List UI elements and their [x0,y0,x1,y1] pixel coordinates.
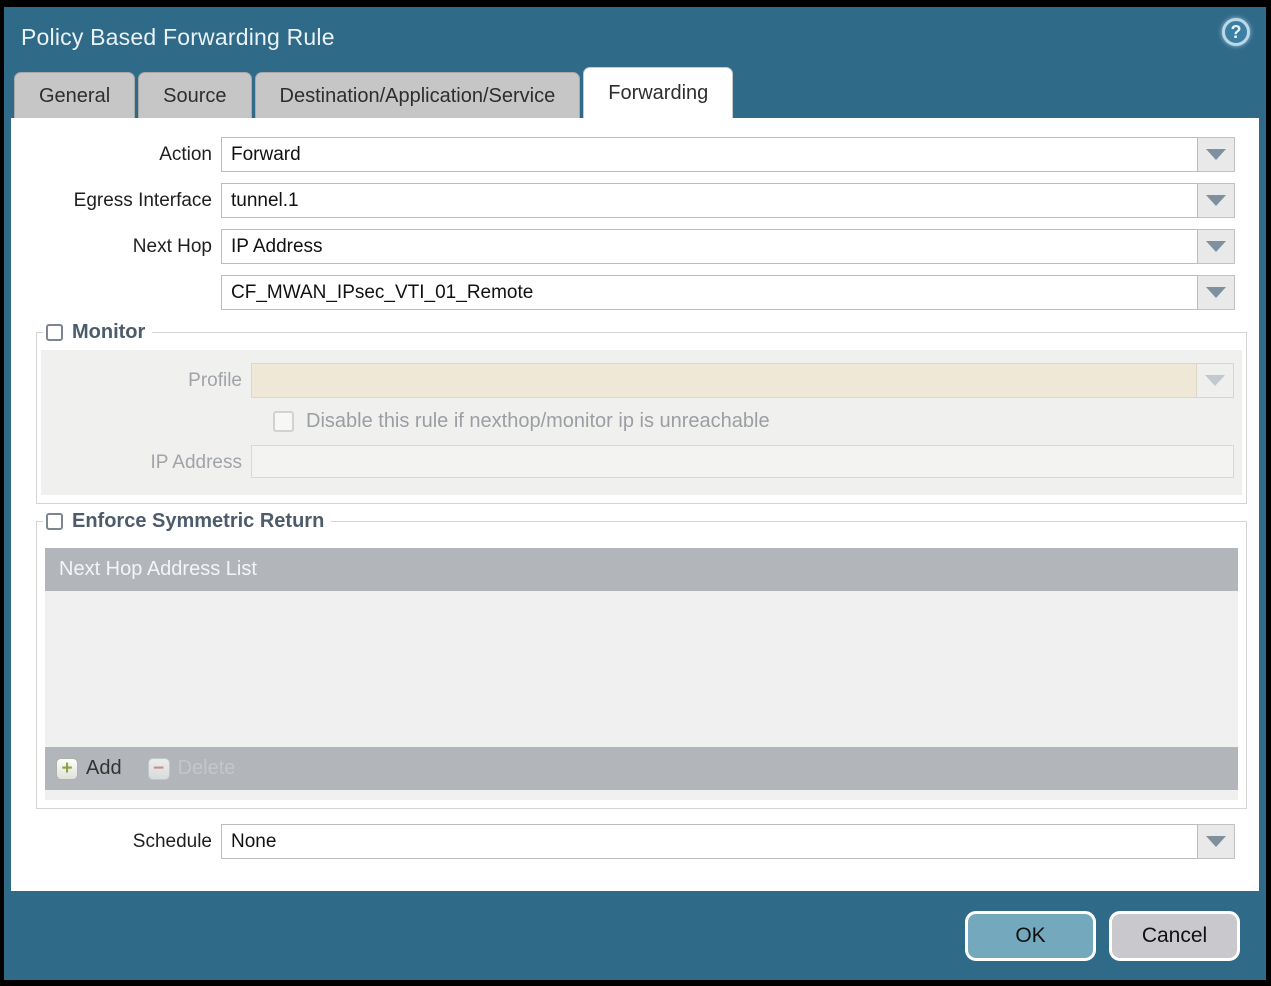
egress-interface-select[interactable]: tunnel.1 [221,183,1198,218]
next-hop-address-list-body[interactable] [45,591,1238,747]
monitor-profile-label: Profile [188,369,242,391]
monitor-section: Monitor Profile Disable this rule if nex… [36,321,1247,504]
tab-forwarding[interactable]: Forwarding [583,67,734,118]
disable-rule-checkbox [273,411,294,432]
action-select[interactable]: Forward [221,137,1198,172]
plus-icon: + [56,757,78,780]
action-label: Action [159,143,212,165]
disable-rule-label: Disable this rule if nexthop/monitor ip … [306,410,770,432]
monitor-profile-dropdown-button [1197,363,1234,398]
delete-button: − Delete [147,757,236,780]
add-button-label: Add [86,757,122,779]
dialog-title: Policy Based Forwarding Rule [21,23,335,50]
policy-based-forwarding-dialog: Policy Based Forwarding Rule ? General S… [4,7,1266,980]
schedule-row: Schedule None [11,824,1235,859]
chevron-down-icon [1206,287,1226,298]
ok-button[interactable]: OK [965,910,1096,961]
schedule-dropdown-button[interactable] [1198,824,1235,859]
chevron-down-icon [1206,149,1226,160]
egress-interface-row: Egress Interface tunnel.1 [11,183,1235,218]
chevron-down-icon [1206,241,1226,252]
next-hop-address-select[interactable]: CF_MWAN_IPsec_VTI_01_Remote [221,275,1198,310]
forwarding-tab-panel: Action Forward Egress Interface tunnel.1… [11,118,1259,891]
next-hop-address-dropdown-button[interactable] [1198,275,1235,310]
egress-interface-dropdown-button[interactable] [1198,183,1235,218]
next-hop-address-row: CF_MWAN_IPsec_VTI_01_Remote [11,275,1235,310]
action-dropdown-button[interactable] [1198,137,1235,172]
monitor-checkbox[interactable] [46,324,63,341]
monitor-profile-row: Profile [41,363,1234,398]
delete-button-label: Delete [177,757,236,779]
next-hop-type-select[interactable]: IP Address [221,229,1198,264]
monitor-disabled-panel: Profile Disable this rule if nexthop/mon… [41,350,1242,495]
tab-bar: General Source Destination/Application/S… [4,67,1266,118]
chevron-down-icon [1206,195,1226,206]
tab-general[interactable]: General [14,72,136,118]
monitor-ip-address-input [251,445,1234,478]
tab-source[interactable]: Source [138,72,252,118]
monitor-ip-address-row: IP Address [41,445,1234,480]
chevron-down-icon [1206,836,1226,847]
dialog-footer: OK Cancel [4,891,1266,980]
enforce-symmetric-return-section: Enforce Symmetric Return Next Hop Addres… [36,510,1247,809]
cancel-button[interactable]: Cancel [1109,910,1240,961]
monitor-section-title: Monitor [72,321,146,343]
next-hop-label: Next Hop [132,235,212,257]
next-hop-type-dropdown-button[interactable] [1198,229,1235,264]
tab-destination-application-service[interactable]: Destination/Application/Service [254,72,581,118]
next-hop-address-list-table: Next Hop Address List + Add − Delete [45,548,1238,800]
monitor-disable-rule-row: Disable this rule if nexthop/monitor ip … [273,410,1242,433]
help-icon[interactable]: ? [1222,18,1250,46]
action-row: Action Forward [11,137,1235,172]
next-hop-address-list-toolbar: + Add − Delete [45,747,1238,790]
enforce-symmetric-return-checkbox[interactable] [46,513,63,530]
schedule-label: Schedule [132,830,212,852]
minus-icon: − [147,757,170,780]
enforce-symmetric-return-title: Enforce Symmetric Return [72,510,325,532]
chevron-down-icon [1205,375,1225,386]
monitor-ip-address-label: IP Address [150,451,242,473]
next-hop-address-list-header: Next Hop Address List [45,548,1238,591]
schedule-select[interactable]: None [221,824,1198,859]
next-hop-row: Next Hop IP Address [11,229,1235,264]
dialog-titlebar: Policy Based Forwarding Rule ? [4,7,1266,67]
add-button[interactable]: + Add [56,757,122,780]
monitor-profile-select [251,363,1197,398]
egress-interface-label: Egress Interface [73,189,212,211]
table-bottom-strip [45,790,1238,800]
